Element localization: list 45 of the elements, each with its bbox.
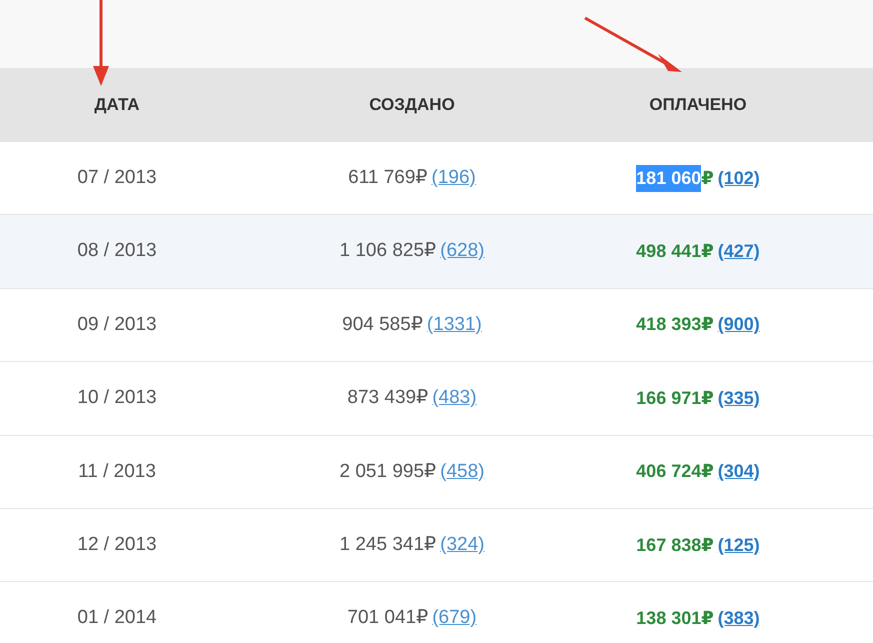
paid-amount: 167 838 bbox=[636, 534, 702, 557]
column-header: СОЗДАНО bbox=[369, 94, 455, 116]
created-amount: 1 106 825₽ bbox=[340, 239, 436, 264]
date-cell-text: 11 / 2013 bbox=[78, 460, 156, 484]
paid-count-link[interactable]: (304) bbox=[718, 458, 760, 486]
created-amount: 701 041₽ bbox=[347, 606, 428, 630]
created-count-link[interactable]: (1331) bbox=[426, 310, 482, 340]
created-count-link[interactable]: (324) bbox=[440, 530, 484, 560]
paid-amount: 406 724 bbox=[636, 460, 702, 484]
date-cell-text: 12 / 2013 bbox=[77, 532, 157, 557]
created-count-link[interactable]: (483) bbox=[432, 384, 477, 413]
created-count-link[interactable]: (628) bbox=[440, 237, 484, 266]
currency-sign: ₽ bbox=[701, 166, 714, 190]
created-amount: 873 439₽ bbox=[347, 386, 428, 410]
date-cell-text: 07 / 2013 bbox=[77, 166, 157, 190]
created-count-link[interactable]: (196) bbox=[432, 164, 476, 192]
currency-sign: ₽ bbox=[701, 460, 714, 484]
paid-amount: 418 393 bbox=[636, 313, 702, 336]
paid-count-link[interactable]: (102) bbox=[718, 164, 760, 192]
paid-amount: 498 441 bbox=[636, 240, 702, 264]
currency-sign: ₽ bbox=[701, 534, 714, 557]
date-cell-text: 09 / 2013 bbox=[77, 312, 157, 337]
currency-sign: ₽ bbox=[701, 607, 714, 630]
paid-amount: 181 060 bbox=[636, 164, 702, 192]
paid-amount: 138 301 bbox=[636, 607, 702, 630]
paid-count-link[interactable]: (900) bbox=[718, 311, 760, 338]
date-cell-text: 10 / 2013 bbox=[77, 386, 157, 410]
paid-amount: 166 971 bbox=[636, 386, 702, 410]
paid-count-link[interactable]: (125) bbox=[718, 532, 760, 559]
currency-sign: ₽ bbox=[701, 240, 714, 264]
column-header: ОПЛАЧЕНО bbox=[649, 94, 747, 116]
paid-count-link[interactable]: (335) bbox=[718, 384, 760, 412]
created-amount: 904 585₽ bbox=[342, 312, 423, 337]
paid-count-link[interactable]: (427) bbox=[718, 238, 760, 266]
currency-sign: ₽ bbox=[701, 386, 714, 410]
date-cell-text: 01 / 2014 bbox=[77, 606, 157, 630]
currency-sign: ₽ bbox=[701, 313, 714, 336]
created-amount: 2 051 995₽ bbox=[340, 460, 436, 484]
created-amount: 611 769₽ bbox=[348, 166, 428, 190]
created-amount: 1 245 341₽ bbox=[340, 532, 436, 557]
created-count-link[interactable]: (458) bbox=[440, 458, 484, 486]
column-header: ДАТА bbox=[94, 94, 140, 116]
paid-count-link[interactable]: (383) bbox=[718, 605, 760, 632]
created-count-link[interactable]: (679) bbox=[432, 604, 477, 633]
date-cell-text: 08 / 2013 bbox=[77, 239, 157, 264]
